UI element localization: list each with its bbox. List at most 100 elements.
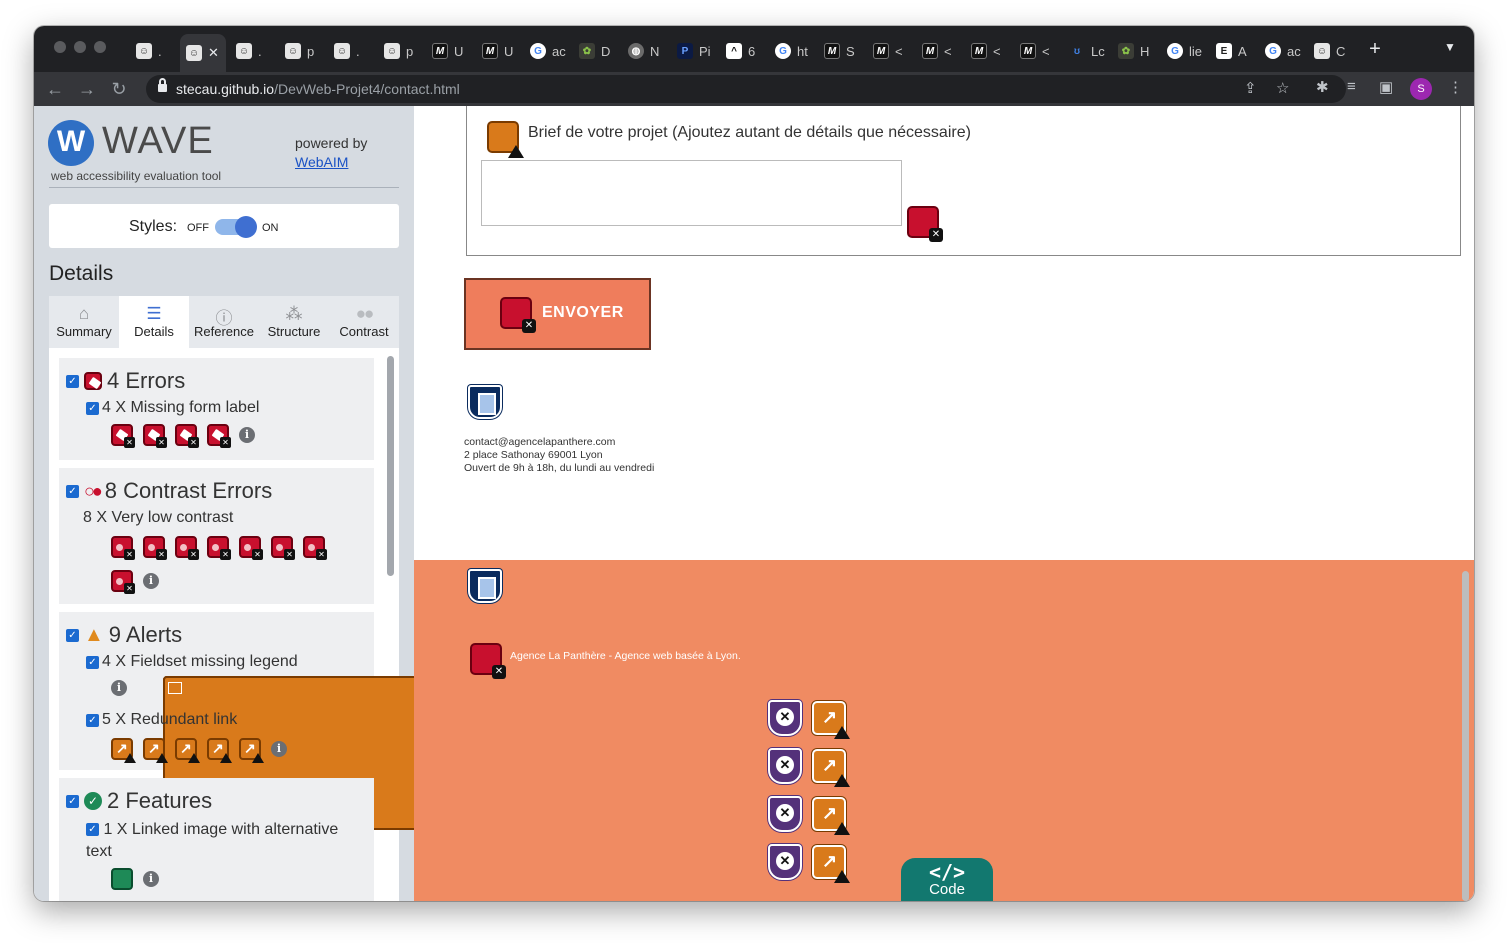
back-arrow-icon[interactable]: ←	[42, 76, 68, 102]
tab[interactable]: P Pi	[671, 38, 715, 64]
fieldset-checkbox[interactable]: ✓	[86, 655, 99, 669]
linked-image-feature-icon[interactable]	[111, 868, 133, 890]
low-contrast-icon[interactable]: ✕	[175, 536, 199, 560]
linked-image-shield-icon[interactable]: ✕	[768, 748, 802, 784]
tab[interactable]: ✿ H	[1112, 38, 1156, 64]
redundant-link-icon[interactable]	[812, 701, 850, 739]
missing-label-marker[interactable]: ✕	[907, 206, 943, 242]
info-icon[interactable]: i	[239, 427, 255, 443]
tab[interactable]: ^ 6	[720, 38, 764, 64]
missing-label-tag-icon[interactable]: ✕	[111, 424, 135, 448]
info-icon[interactable]: i	[143, 573, 159, 589]
redundant-link-icon[interactable]	[239, 738, 264, 763]
share-icon[interactable]: ⇪	[1244, 79, 1257, 97]
tab[interactable]: Ght	[769, 38, 813, 64]
structure-landmark-icon[interactable]	[468, 385, 502, 419]
missing-form-label-checkbox[interactable]: ✓	[86, 401, 99, 415]
new-tab-button[interactable]: +	[1364, 38, 1386, 60]
tab[interactable]: Glie	[1161, 38, 1205, 64]
low-contrast-marker[interactable]: ✕	[470, 643, 506, 679]
tab[interactable]: ☺.	[328, 38, 372, 64]
panel-scrollbar[interactable]	[387, 356, 394, 576]
redundant-link-icon[interactable]	[175, 738, 200, 763]
tab[interactable]: ☺ C	[1308, 38, 1352, 64]
info-icon[interactable]: i	[271, 741, 287, 757]
redundant-link-icon[interactable]	[812, 749, 850, 787]
tab[interactable]: Gac	[1259, 38, 1303, 64]
tab[interactable]: M <	[1014, 38, 1058, 64]
side-panel-icon[interactable]: ▣	[1379, 78, 1393, 96]
redundant-link-checkbox[interactable]: ✓	[86, 713, 99, 727]
tab-structure[interactable]: ⁂ Structure	[259, 296, 329, 348]
address-bar[interactable]: stecau.github.io/DevWeb-Projet4/contact.…	[146, 75, 1346, 103]
missing-label-tag-icon[interactable]: ✕	[207, 424, 231, 448]
extensions-puzzle-icon[interactable]: ✱	[1316, 78, 1329, 96]
profile-avatar[interactable]: S	[1410, 78, 1432, 100]
low-contrast-icon[interactable]: ✕	[207, 536, 231, 560]
page-scrollbar[interactable]	[1462, 571, 1469, 901]
tab[interactable]: M <	[965, 38, 1009, 64]
reading-list-icon[interactable]: ≡	[1347, 78, 1356, 95]
low-contrast-icon[interactable]: ✕	[271, 536, 295, 560]
redundant-link-icon[interactable]	[812, 797, 850, 835]
close-tab-icon[interactable]: ✕	[208, 45, 219, 61]
missing-label-tag-icon[interactable]: ✕	[143, 424, 167, 448]
low-contrast-icon[interactable]: ✕	[143, 536, 167, 560]
tab[interactable]: MS	[818, 38, 862, 64]
low-contrast-icon[interactable]: ✕	[239, 536, 263, 560]
close-window-button[interactable]	[54, 41, 66, 53]
tab[interactable]: MU	[426, 38, 470, 64]
tab-details[interactable]: ☰ Details	[119, 296, 189, 348]
info-icon[interactable]: i	[111, 680, 127, 696]
structure-landmark-icon[interactable]	[468, 569, 502, 603]
tab-active[interactable]: ☺ ✕	[180, 34, 226, 72]
reload-icon[interactable]: ↻	[106, 76, 132, 102]
linked-image-shield-icon[interactable]: ✕	[768, 844, 802, 880]
minimize-window-button[interactable]	[74, 41, 86, 53]
brief-textarea[interactable]	[481, 160, 902, 226]
home-icon: ⌂	[78, 304, 90, 323]
info-icon[interactable]: i	[143, 871, 159, 887]
low-contrast-icon[interactable]: ✕	[303, 536, 327, 560]
tab[interactable]: ☺ p	[378, 38, 422, 64]
linked-image-shield-icon[interactable]: ✕	[768, 796, 802, 832]
tab[interactable]: ☺.	[230, 38, 270, 64]
redundant-link-icon[interactable]	[207, 738, 232, 763]
tab[interactable]: ☺ p	[279, 38, 323, 64]
low-contrast-icon[interactable]: ✕	[111, 536, 135, 560]
kebab-menu-icon[interactable]: ⋮	[1448, 78, 1463, 96]
tab[interactable]: M <	[867, 38, 911, 64]
styles-toggle-switch[interactable]	[215, 216, 257, 238]
missing-label-tag-icon[interactable]: ✕	[175, 424, 199, 448]
low-contrast-marker[interactable]: ✕	[500, 297, 536, 333]
fieldset-alert-marker[interactable]	[487, 121, 524, 158]
linked-image-checkbox[interactable]: ✓	[86, 823, 99, 837]
tab[interactable]: EA	[1210, 38, 1254, 64]
bookmark-star-icon[interactable]: ☆	[1276, 79, 1289, 97]
forward-arrow-icon[interactable]: →	[74, 76, 100, 102]
code-toggle-button[interactable]: </> Code	[901, 858, 993, 901]
errors-checkbox[interactable]: ✓	[66, 374, 79, 388]
alerts-checkbox[interactable]: ✓	[66, 628, 79, 642]
tab[interactable]: M <	[916, 38, 960, 64]
linked-image-shield-icon[interactable]: ✕	[768, 700, 802, 736]
features-checkbox[interactable]: ✓	[66, 794, 79, 808]
tab-search-chevron-icon[interactable]: ▼	[1444, 40, 1456, 54]
contrast-checkbox[interactable]: ✓	[66, 484, 79, 498]
low-contrast-icon[interactable]: ✕	[111, 570, 135, 594]
tab-reference[interactable]: ⓘ Reference	[189, 296, 259, 348]
tab-summary[interactable]: ⌂ Summary	[49, 296, 119, 348]
tab[interactable]: MU	[476, 38, 520, 64]
tab-contrast[interactable]: ●● Contrast	[329, 296, 399, 348]
tab[interactable]: ʊ Lc	[1063, 38, 1107, 64]
webaim-link[interactable]: WebAIM	[295, 154, 348, 170]
tab[interactable]: Gac	[524, 38, 568, 64]
envoyer-button[interactable]: ✕ ENVOYER	[464, 278, 651, 350]
tab[interactable]: ✿ D	[573, 38, 617, 64]
redundant-link-icon[interactable]	[812, 845, 850, 883]
redundant-link-icon[interactable]	[111, 738, 136, 763]
tab[interactable]: ☺.	[130, 38, 170, 64]
tab[interactable]: ◍ N	[622, 38, 666, 64]
redundant-link-icon[interactable]	[143, 738, 168, 763]
zoom-window-button[interactable]	[94, 41, 106, 53]
